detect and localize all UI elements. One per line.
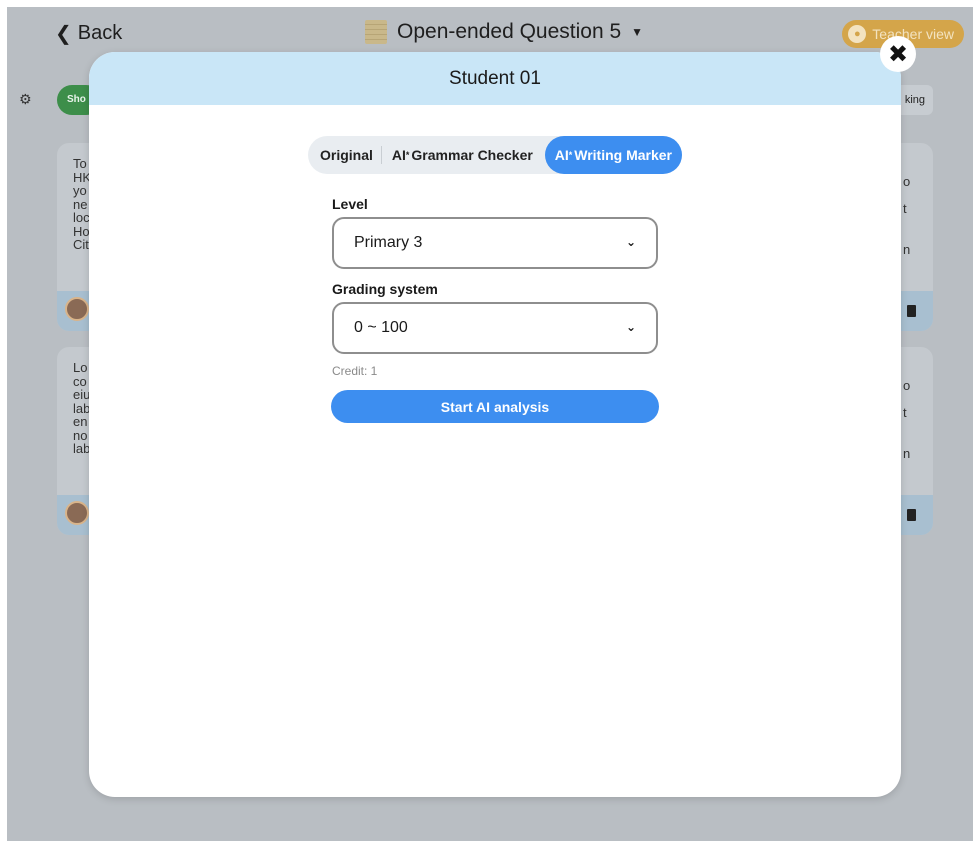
trash-icon[interactable] bbox=[907, 509, 916, 521]
card-text-right: o t n bbox=[903, 378, 911, 461]
start-ai-analysis-button[interactable]: Start AI analysis bbox=[331, 390, 659, 423]
marking-label: king bbox=[904, 94, 925, 106]
tab-writing-marker-label: Writing Marker bbox=[574, 147, 672, 163]
modal-title: Student 01 bbox=[449, 67, 541, 89]
start-ai-analysis-label: Start AI analysis bbox=[440, 398, 550, 415]
avatar bbox=[65, 501, 89, 525]
ai-prefix: AI bbox=[554, 147, 569, 163]
back-button[interactable]: ❮ Back bbox=[55, 21, 122, 46]
ai-prefix: AI bbox=[391, 147, 406, 163]
card-text-left: Lo co eiu lab en no lab bbox=[73, 360, 91, 456]
note-icon bbox=[365, 20, 387, 44]
chevron-left-icon: ❮ bbox=[55, 23, 72, 45]
grading-system-label: Grading system bbox=[332, 281, 438, 297]
level-value: Primary 3 bbox=[354, 234, 423, 251]
show-label: Sho bbox=[67, 94, 86, 105]
modal-header: Student 01 bbox=[89, 52, 901, 105]
grading-system-value: 0 ~ 100 bbox=[354, 319, 408, 336]
chevron-down-icon: ⌄ bbox=[625, 320, 636, 334]
grading-system-select[interactable]: 0 ~ 100 ⌄ bbox=[332, 302, 658, 354]
credit-text: Credit: 1 bbox=[332, 364, 378, 378]
level-label: Level bbox=[332, 196, 368, 212]
caret-down-icon: ▼ bbox=[631, 25, 644, 39]
tab-writing-marker[interactable]: AI * Writing Marker bbox=[544, 136, 682, 174]
question-title: Open-ended Question 5 bbox=[397, 20, 622, 43]
student-modal: Student 01 Original AI * Grammar Checker … bbox=[89, 52, 901, 797]
avatar bbox=[65, 297, 89, 321]
teacher-view-label: Teacher view bbox=[872, 26, 954, 42]
card-text-right: o t n bbox=[903, 174, 911, 257]
tab-grammar-checker-label: Grammar Checker bbox=[411, 147, 533, 163]
sparkle-icon: * bbox=[568, 150, 573, 160]
tab-grammar-checker[interactable]: AI * Grammar Checker bbox=[382, 136, 543, 174]
close-icon[interactable]: ✖ bbox=[880, 36, 916, 72]
tab-original-label: Original bbox=[320, 147, 373, 163]
tab-original[interactable]: Original bbox=[308, 146, 382, 164]
chevron-down-icon: ⌄ bbox=[625, 235, 636, 249]
back-label: Back bbox=[77, 22, 123, 44]
person-icon: ● bbox=[848, 25, 867, 43]
gear-icon[interactable]: ⚙ bbox=[19, 91, 32, 108]
mode-tabs: Original AI * Grammar Checker AI * Writing… bbox=[308, 136, 682, 174]
sparkle-icon: * bbox=[405, 150, 410, 160]
question-title-dropdown[interactable]: Open-ended Question 5 ▼ bbox=[365, 20, 643, 44]
trash-icon[interactable] bbox=[907, 305, 916, 317]
level-select[interactable]: Primary 3 ⌄ bbox=[332, 217, 658, 269]
